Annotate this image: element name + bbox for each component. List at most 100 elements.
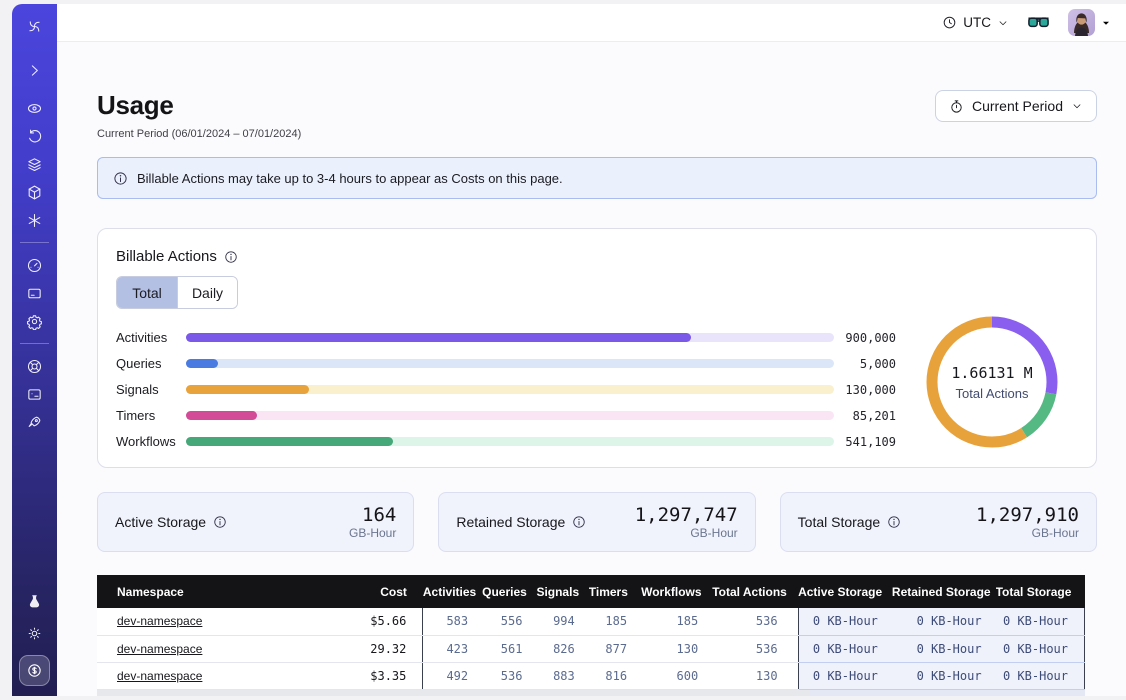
layers-icon[interactable] bbox=[20, 150, 50, 178]
cell-total-storage: 0 KB-Hour bbox=[996, 608, 1085, 635]
cell-activities: 583 bbox=[423, 608, 482, 635]
info-icon[interactable] bbox=[572, 515, 586, 529]
stopwatch-icon bbox=[949, 99, 964, 114]
page-subtitle: Current Period (06/01/2024 – 07/01/2024) bbox=[97, 128, 301, 140]
cell-workflows: 130 bbox=[641, 635, 712, 662]
cell-active-storage: 0 KB-Hour bbox=[798, 635, 892, 662]
retained-storage-card: Retained Storage 1,297,747 GB-Hour bbox=[438, 492, 755, 552]
col-header-total-actions: Total Actions bbox=[712, 575, 798, 608]
gauge-icon[interactable] bbox=[20, 251, 50, 279]
info-icon bbox=[113, 171, 128, 186]
active-storage-card: Active Storage 164 GB-Hour bbox=[97, 492, 414, 552]
cell-queries: 556 bbox=[482, 608, 536, 635]
main-area: UTC Usage bbox=[57, 4, 1126, 696]
sun-icon[interactable] bbox=[20, 619, 50, 647]
timezone-label: UTC bbox=[963, 15, 991, 30]
table-row: dev-namespace 29.32 423 561 826 877 130 … bbox=[97, 635, 1085, 662]
cell-total-actions: 130 bbox=[712, 662, 798, 689]
terminal-icon[interactable] bbox=[20, 380, 50, 408]
col-header-workflows: Workflows bbox=[641, 575, 712, 608]
cell-total-storage: 0 KB-Hour bbox=[996, 662, 1085, 689]
storage-card-unit: GB-Hour bbox=[635, 526, 738, 540]
flask-icon[interactable] bbox=[20, 587, 50, 615]
cell-activities: 423 bbox=[423, 635, 482, 662]
bar-track bbox=[186, 437, 834, 446]
bar-row-timers: Timers 85,201 bbox=[116, 411, 896, 420]
storage-card-label: Retained Storage bbox=[456, 514, 586, 530]
bar-value: 85,201 bbox=[838, 409, 896, 423]
billable-actions-title: Billable Actions bbox=[116, 248, 238, 265]
glasses-icon[interactable] bbox=[1027, 14, 1050, 31]
cell-activities: 492 bbox=[423, 662, 482, 689]
bar-label: Workflows bbox=[116, 434, 186, 449]
col-header-retained-storage: Retained Storage bbox=[892, 575, 996, 608]
sidebar-divider bbox=[20, 343, 49, 344]
cell-timers: 816 bbox=[589, 662, 641, 689]
cell-total-actions: 536 bbox=[712, 635, 798, 662]
namespace-usage-table: Namespace Cost Activities Queries Signal… bbox=[97, 575, 1085, 696]
cell-workflows: 600 bbox=[641, 662, 712, 689]
tab-total[interactable]: Total bbox=[117, 277, 177, 308]
col-header-total-storage: Total Storage bbox=[996, 575, 1085, 608]
banner-text: Billable Actions may take up to 3-4 hour… bbox=[137, 171, 563, 186]
cell-active-storage: 0 KB-Hour bbox=[798, 662, 892, 689]
storage-card-label: Total Storage bbox=[798, 514, 902, 530]
tab-daily[interactable]: Daily bbox=[177, 277, 237, 308]
bar-track bbox=[186, 333, 834, 342]
info-banner: Billable Actions may take up to 3-4 hour… bbox=[97, 157, 1097, 199]
cell-timers: 877 bbox=[589, 635, 641, 662]
history-icon[interactable] bbox=[20, 122, 50, 150]
billing-card-icon[interactable] bbox=[20, 279, 50, 307]
rocket-icon[interactable] bbox=[20, 408, 50, 436]
cell-queries: 536 bbox=[482, 662, 536, 689]
cube-icon[interactable] bbox=[20, 178, 50, 206]
namespace-link[interactable]: dev-namespace bbox=[117, 614, 202, 628]
temporal-logo-icon[interactable] bbox=[20, 12, 50, 40]
cell-retained-storage: 0 KB-Hour bbox=[892, 608, 996, 635]
bar-label: Signals bbox=[116, 382, 186, 397]
total-storage-card: Total Storage 1,297,910 GB-Hour bbox=[780, 492, 1097, 552]
user-menu[interactable] bbox=[1068, 9, 1112, 36]
gear-icon[interactable] bbox=[20, 307, 50, 335]
cell-total-storage: 0 KB-Hour bbox=[996, 635, 1085, 662]
bar-label: Queries bbox=[116, 356, 186, 371]
bar-value: 130,000 bbox=[838, 383, 896, 397]
cell-total-actions: 536 bbox=[712, 608, 798, 635]
expand-chevron-icon[interactable] bbox=[20, 56, 50, 84]
storage-cards: Active Storage 164 GB-Hour Retained Stor… bbox=[97, 492, 1097, 552]
partial-next-row bbox=[97, 690, 1085, 697]
period-dropdown-button[interactable]: Current Period bbox=[935, 90, 1097, 122]
bar-value: 541,109 bbox=[838, 435, 896, 449]
donut-center-value: 1.66131 M bbox=[951, 364, 1032, 382]
donut-center-label: Total Actions bbox=[956, 386, 1029, 401]
cell-retained-storage: 0 KB-Hour bbox=[892, 635, 996, 662]
lifebuoy-icon[interactable] bbox=[20, 352, 50, 380]
avatar bbox=[1068, 9, 1095, 36]
cell-cost: $3.35 bbox=[324, 662, 423, 689]
asterisk-icon[interactable] bbox=[20, 206, 50, 234]
cell-queries: 561 bbox=[482, 635, 536, 662]
bar-track bbox=[186, 385, 834, 394]
total-daily-toggle: Total Daily bbox=[116, 276, 238, 309]
info-icon[interactable] bbox=[887, 515, 901, 529]
storage-card-unit: GB-Hour bbox=[349, 526, 396, 540]
namespace-link[interactable]: dev-namespace bbox=[117, 642, 202, 656]
col-header-namespace: Namespace bbox=[97, 575, 324, 608]
page-content: Usage Current Period (06/01/2024 – 07/01… bbox=[57, 42, 1126, 696]
table-row: dev-namespace $3.35 492 536 883 816 600 … bbox=[97, 662, 1085, 689]
info-icon[interactable] bbox=[213, 515, 227, 529]
timezone-selector[interactable]: UTC bbox=[942, 15, 1009, 30]
namespace-link[interactable]: dev-namespace bbox=[117, 669, 202, 683]
billable-actions-card: Billable Actions Total Daily Activities … bbox=[97, 228, 1097, 468]
eye-icon[interactable] bbox=[20, 94, 50, 122]
cell-active-storage: 0 KB-Hour bbox=[798, 608, 892, 635]
period-dropdown-label: Current Period bbox=[972, 98, 1063, 114]
cell-cost: $5.66 bbox=[324, 608, 423, 635]
clock-icon bbox=[942, 15, 957, 30]
dollar-coin-icon-active[interactable] bbox=[19, 655, 50, 686]
col-header-timers: Timers bbox=[589, 575, 641, 608]
cell-retained-storage: 0 KB-Hour bbox=[892, 662, 996, 689]
col-header-queries: Queries bbox=[482, 575, 536, 608]
cell-signals: 883 bbox=[536, 662, 588, 689]
info-icon[interactable] bbox=[224, 250, 238, 264]
